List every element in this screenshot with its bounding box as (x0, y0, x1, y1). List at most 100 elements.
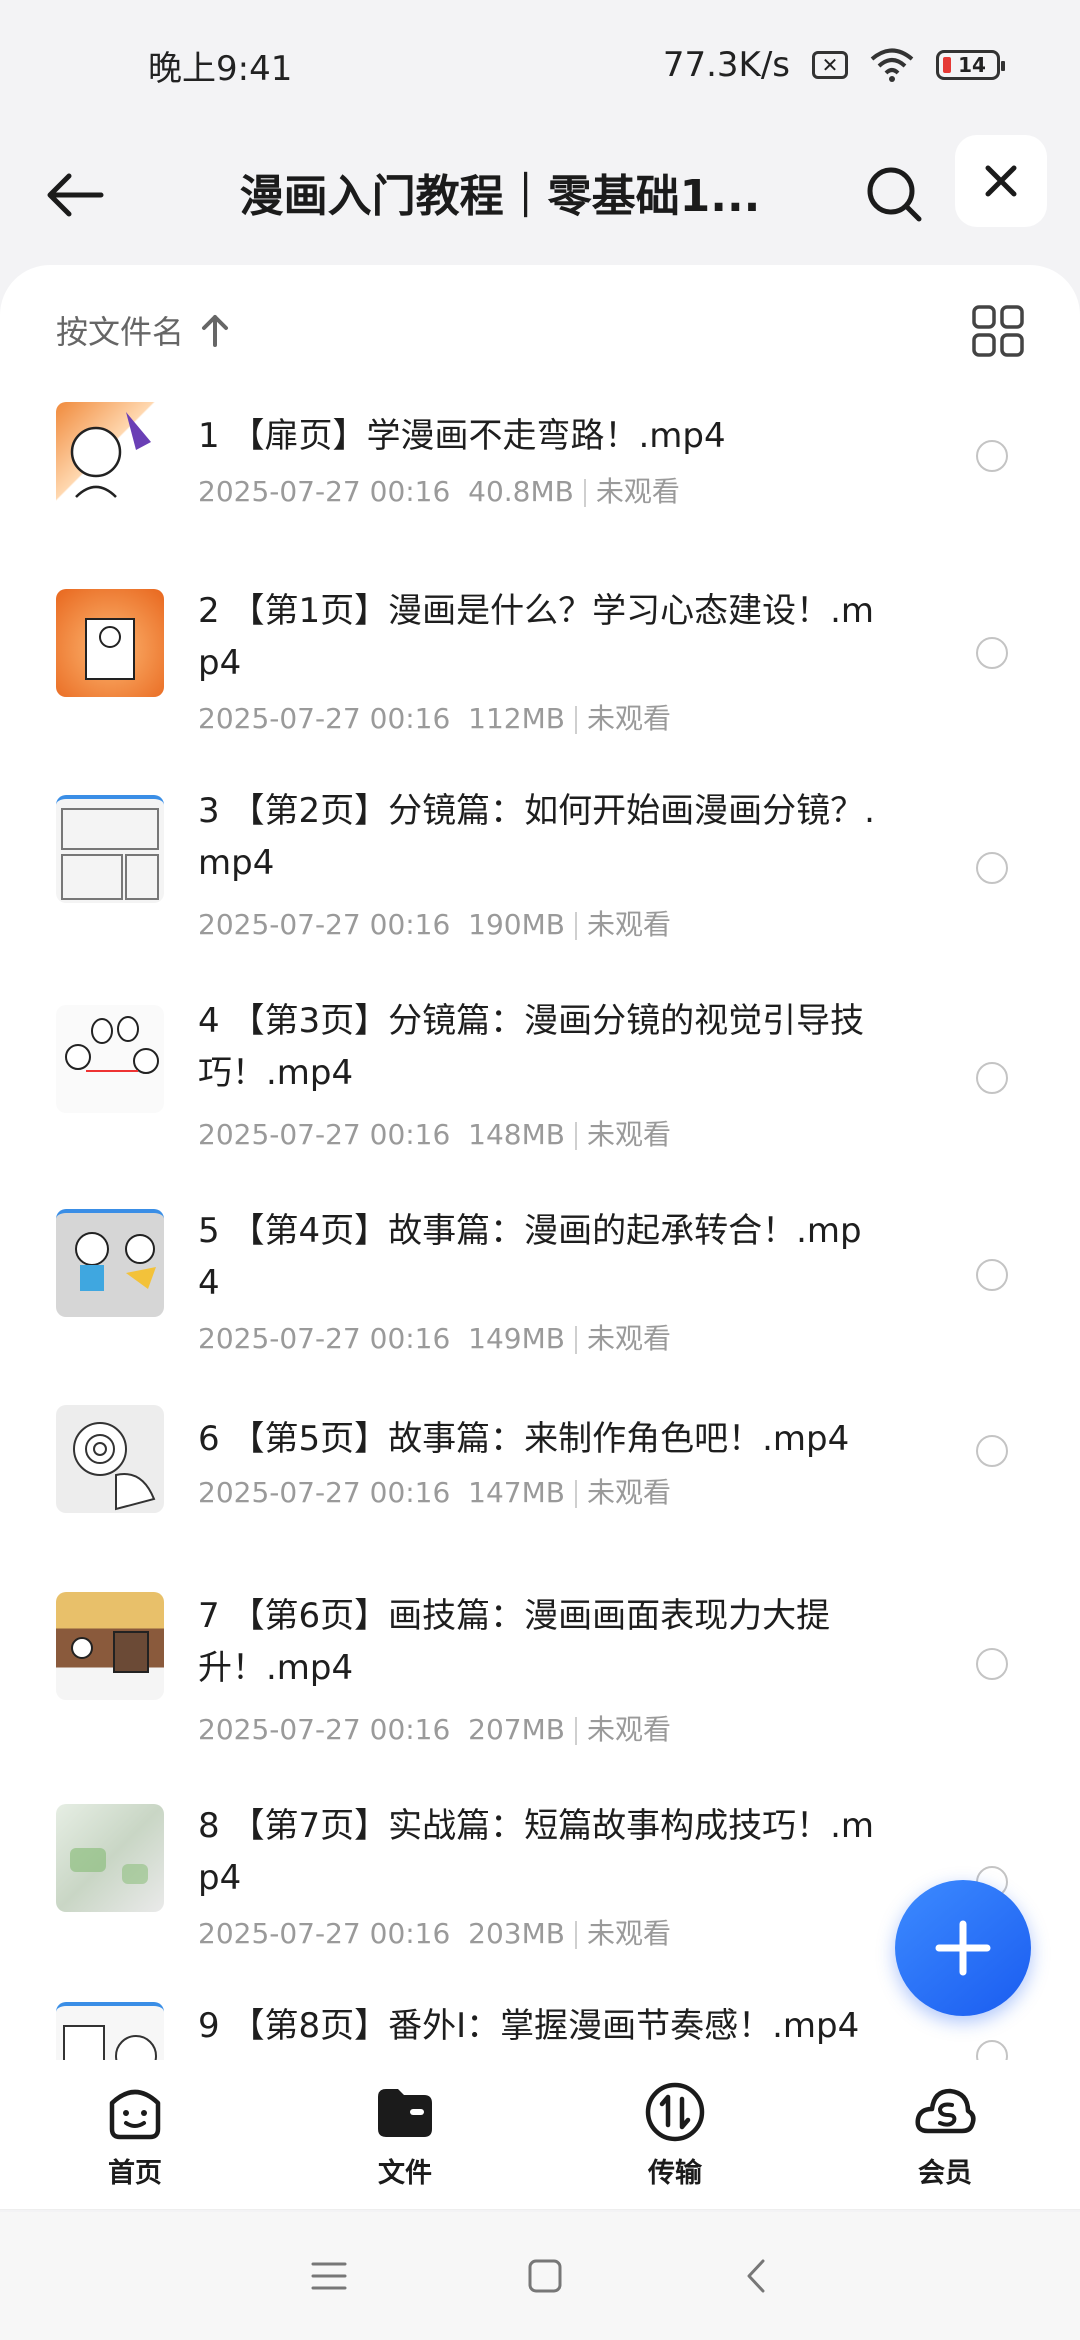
file-date: 2025-07-27 00:16 (198, 1713, 451, 1746)
sort-row: 按文件名 (0, 265, 1080, 395)
file-name: 4 【第3页】分镜篇：漫画分镜的视觉引导技巧！.mp4 (198, 1001, 865, 1093)
page-title: 漫画入门教程｜零基础1... (239, 171, 761, 222)
nav-transfer-label: 传输 (648, 2158, 702, 2189)
file-name: 9 【第8页】番外I：掌握漫画节奏感！.mp4 (198, 2006, 860, 2046)
search-icon (867, 167, 922, 222)
back-chevron-icon[interactable] (743, 2258, 769, 2294)
file-date: 2025-07-27 00:16 (198, 1476, 451, 1509)
status-time: 晚上9:41 (148, 48, 293, 89)
video-thumbnail (56, 402, 164, 510)
back-arrow-icon (47, 173, 104, 217)
sort-label: 按文件名 (56, 313, 185, 351)
bottom-nav: 首页 文件 传输 会员 (0, 2060, 1080, 2210)
nav-files-label: 文件 (378, 2158, 432, 2189)
select-radio[interactable] (976, 637, 1008, 669)
file-name: 2 【第1页】漫画是什么？学习心态建设！.mp4 (198, 591, 874, 683)
folder-icon (378, 2089, 432, 2137)
file-date: 2025-07-27 00:16 (198, 475, 451, 508)
nav-vip-label: 会员 (918, 2158, 972, 2189)
wifi-icon (870, 48, 914, 82)
list-item[interactable]: 7 【第6页】画技篇：漫画画面表现力大提升！.mp4 2025-07-27 00… (0, 1590, 1080, 1800)
transfer-icon (645, 2082, 705, 2142)
file-date: 2025-07-27 00:16 (198, 1322, 451, 1355)
file-size: 147MB (468, 1476, 565, 1509)
list-item[interactable]: 5 【第4页】故事篇：漫画的起承转合！.mp4 2025-07-27 00:16… (0, 1205, 1080, 1405)
file-name: 7 【第6页】画技篇：漫画画面表现力大提升！.mp4 (198, 1596, 831, 1688)
file-date: 2025-07-27 00:16 (198, 1118, 451, 1151)
select-radio[interactable] (976, 1259, 1008, 1291)
nav-vip[interactable]: 会员 (810, 2060, 1080, 2209)
close-icon (985, 165, 1017, 197)
cloud-vip-icon (915, 2088, 976, 2134)
video-thumbnail (56, 795, 164, 903)
battery-icon: 14 (936, 50, 1005, 80)
video-thumbnail (56, 1592, 164, 1700)
status-icons: 77.3K/s ✕ 14 (662, 45, 1005, 85)
watch-status: 未观看 (586, 1476, 671, 1509)
select-radio[interactable] (976, 1648, 1008, 1680)
search-button[interactable] (855, 155, 935, 235)
file-date: 2025-07-27 00:16 (198, 908, 451, 941)
file-size: 203MB (468, 1917, 565, 1950)
list-item[interactable]: 3 【第2页】分镜篇：如何开始画漫画分镜？.mp4 2025-07-27 00:… (0, 785, 1080, 995)
close-button[interactable] (955, 135, 1047, 227)
status-bar: 晚上9:41 77.3K/s ✕ 14 (0, 0, 1080, 130)
file-size: 207MB (468, 1713, 565, 1746)
add-button[interactable] (895, 1880, 1031, 2016)
watch-status: 未观看 (586, 1118, 671, 1151)
file-meta: 2025-07-27 00:16 40.8MB 未观看 (198, 470, 680, 510)
video-thumbnail (56, 589, 164, 697)
file-name: 3 【第2页】分镜篇：如何开始画漫画分镜？.mp4 (198, 791, 875, 883)
file-size: 40.8MB (468, 475, 574, 508)
nav-transfer[interactable]: 传输 (540, 2060, 810, 2209)
watch-status: 未观看 (586, 1322, 671, 1355)
file-meta: 2025-07-27 00:16 203MB 未观看 (198, 1912, 671, 1952)
plus-icon (935, 1920, 991, 1976)
list-item[interactable]: 1 【扉页】学漫画不走弯路！.mp4 2025-07-27 00:16 40.8… (0, 400, 1080, 585)
nav-files[interactable]: 文件 (270, 2060, 540, 2209)
back-button[interactable] (40, 155, 110, 235)
video-thumbnail (56, 1804, 164, 1912)
select-radio[interactable] (976, 1435, 1008, 1467)
file-size: 190MB (468, 908, 565, 941)
home-square-icon[interactable] (527, 2258, 563, 2294)
list-item[interactable]: 4 【第3页】分镜篇：漫画分镜的视觉引导技巧！.mp4 2025-07-27 0… (0, 995, 1080, 1205)
file-meta: 2025-07-27 00:16 147MB 未观看 (198, 1471, 671, 1511)
watch-status: 未观看 (586, 1917, 671, 1950)
grid-view-icon[interactable] (970, 303, 1026, 359)
video-thumbnail (56, 1405, 164, 1513)
select-radio[interactable] (976, 852, 1008, 884)
select-radio[interactable] (976, 1062, 1008, 1094)
nav-home-label: 首页 (108, 2158, 162, 2189)
watch-status: 未观看 (586, 1713, 671, 1746)
video-thumbnail (56, 1209, 164, 1317)
menu-icon[interactable] (311, 2260, 347, 2292)
file-name: 8 【第7页】实战篇：短篇故事构成技巧！.mp4 (198, 1806, 874, 1898)
watch-status: 未观看 (586, 908, 671, 941)
list-item[interactable]: 6 【第5页】故事篇：来制作角色吧！.mp4 2025-07-27 00:16 … (0, 1405, 1080, 1590)
video-thumbnail (56, 2002, 164, 2060)
battery-level: 14 (958, 53, 986, 77)
file-meta: 2025-07-27 00:16 190MB 未观看 (198, 903, 671, 943)
watch-status: 未观看 (595, 475, 680, 508)
arrow-up-icon (202, 315, 229, 347)
file-meta: 2025-07-27 00:16 149MB 未观看 (198, 1317, 671, 1357)
file-meta: 2025-07-27 00:16 148MB 未观看 (198, 1113, 671, 1153)
file-size: 112MB (468, 702, 565, 735)
file-list-panel: 按文件名 1 【扉页】学漫画不走弯路！.mp4 2025-07-27 00:16… (0, 265, 1080, 2060)
file-name: 1 【扉页】学漫画不走弯路！.mp4 (198, 416, 726, 456)
net-speed: 77.3K/s (662, 45, 790, 85)
file-date: 2025-07-27 00:16 (198, 702, 451, 735)
sort-button[interactable]: 按文件名 (56, 307, 230, 353)
file-name: 6 【第5页】故事篇：来制作角色吧！.mp4 (198, 1419, 850, 1459)
list-item[interactable]: 2 【第1页】漫画是什么？学习心态建设！.mp4 2025-07-27 00:1… (0, 585, 1080, 785)
file-meta: 2025-07-27 00:16 112MB 未观看 (198, 697, 671, 737)
list-item[interactable]: 9 【第8页】番外I：掌握漫画节奏感！.mp4 (0, 2000, 1080, 2060)
nav-home[interactable]: 首页 (0, 2060, 270, 2209)
select-radio[interactable] (976, 2040, 1008, 2060)
top-bar: 漫画入门教程｜零基础1... (0, 130, 1080, 260)
home-face-icon (109, 2089, 161, 2140)
file-meta: 2025-07-27 00:16 207MB 未观看 (198, 1708, 671, 1748)
select-radio[interactable] (976, 440, 1008, 472)
file-date: 2025-07-27 00:16 (198, 1917, 451, 1950)
